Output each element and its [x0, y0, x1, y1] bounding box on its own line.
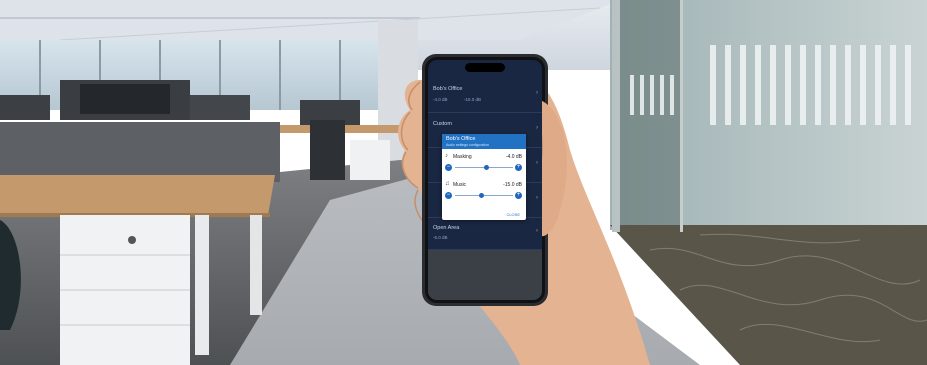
- dialog-header: Bob's Office Audio settings configuratio…: [442, 134, 526, 149]
- speaker-wave-icon: ♪: [445, 153, 448, 159]
- room-masking-level: -4.0 dB: [433, 97, 448, 102]
- music-note-icon: ♫: [445, 181, 450, 187]
- office-photo-scene: Bob's Office -4.0 dB -15.0 dB › Custom ›…: [0, 0, 927, 365]
- masking-increase-button[interactable]: +: [515, 164, 522, 171]
- chevron-right-icon: ›: [536, 125, 538, 131]
- room-settings-dialog: Bob's Office Audio settings configuratio…: [442, 134, 526, 220]
- room-list-item[interactable]: Open Area -5.0 dB ›: [428, 218, 542, 250]
- music-slider-track[interactable]: [455, 195, 513, 196]
- masking-decrease-button[interactable]: −: [445, 164, 452, 171]
- screen-lower-area: [428, 250, 542, 300]
- room-name: Custom: [433, 121, 452, 127]
- masking-value: -4.0 dB: [505, 154, 522, 160]
- phone-notch: [465, 63, 505, 72]
- room-list-item[interactable]: Bob's Office -4.0 dB -15.0 dB ›: [428, 78, 542, 113]
- masking-label: Masking: [453, 154, 472, 160]
- room-music-level: -15.0 dB: [464, 97, 482, 102]
- music-value: -15.0 dB: [503, 182, 522, 188]
- chevron-right-icon: ›: [536, 228, 538, 234]
- music-decrease-button[interactable]: −: [445, 192, 452, 199]
- music-label: Music: [453, 182, 467, 188]
- room-masking-level: -5.0 dB: [433, 235, 448, 240]
- chevron-right-icon: ›: [536, 160, 538, 166]
- close-button[interactable]: CLOSE: [506, 212, 520, 217]
- dialog-title: Bob's Office: [446, 136, 476, 142]
- masking-slider-thumb[interactable]: [484, 165, 490, 170]
- chevron-right-icon: ›: [536, 90, 538, 96]
- room-name: Open Area: [433, 225, 460, 231]
- dialog-subtitle: Audio settings configuration: [446, 143, 489, 147]
- music-slider-thumb[interactable]: [478, 193, 484, 198]
- room-name: Bob's Office: [433, 86, 463, 92]
- music-increase-button[interactable]: +: [515, 192, 522, 199]
- chevron-right-icon: ›: [536, 195, 538, 201]
